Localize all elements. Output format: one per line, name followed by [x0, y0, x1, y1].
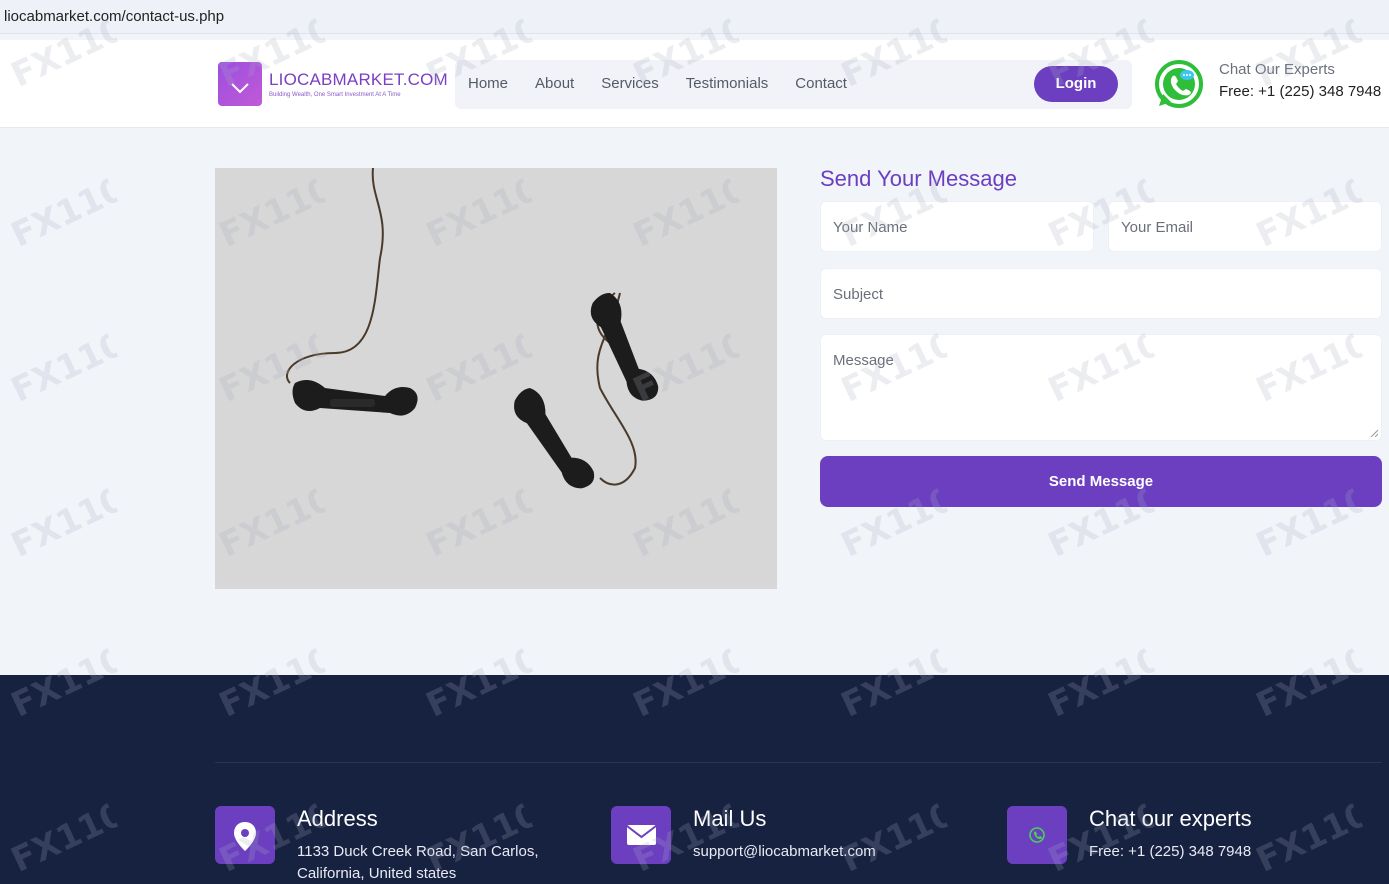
mail-address[interactable]: support@liocabmarket.com [693, 841, 876, 863]
svg-text:FX110: FX110 [5, 169, 122, 255]
nav-about[interactable]: About [535, 75, 574, 92]
watermark-logo: FX110 [4, 479, 131, 575]
whatsapp-icon[interactable] [1153, 58, 1205, 110]
message-textarea[interactable]: Message [820, 334, 1382, 441]
site-footer: Address 1133 Duck Creek Road, San Carlos… [0, 675, 1389, 884]
chat-experts-label: Chat Our Experts [1219, 61, 1335, 78]
url-text: liocabmarket.com/contact-us.php [4, 8, 225, 25]
address-text: 1133 Duck Creek Road, San Carlos, Califo… [297, 841, 539, 884]
nav-testimonials[interactable]: Testimonials [686, 75, 769, 92]
chat-phone[interactable]: Free: +1 (225) 348 7948 [1089, 841, 1251, 863]
send-message-button[interactable]: Send Message [820, 456, 1382, 507]
location-pin-icon [215, 806, 275, 864]
mail-icon [611, 806, 671, 864]
nav-home[interactable]: Home [468, 75, 508, 92]
telephone-handsets-image [215, 168, 777, 589]
address-line-1: 1133 Duck Creek Road, San Carlos, [297, 843, 539, 860]
message-placeholder: Message [833, 352, 894, 369]
address-title: Address [297, 806, 378, 831]
nav-services[interactable]: Services [601, 75, 659, 92]
resize-handle-icon[interactable] [1370, 429, 1378, 437]
subject-input[interactable]: Subject [820, 268, 1382, 319]
brand-logo[interactable]: LIOCABMARKET.COM Building Wealth, One Sm… [218, 62, 448, 106]
main-nav: Home About Services Testimonials Contact… [455, 60, 1132, 109]
watermark-logo: FX110 [4, 169, 131, 265]
logo-icon [218, 62, 262, 106]
nav-contact[interactable]: Contact [795, 75, 847, 92]
login-button[interactable]: Login [1034, 66, 1118, 102]
brand-name: LIOCABMARKET.COM [269, 70, 448, 89]
name-input[interactable]: Your Name [820, 201, 1094, 252]
address-line-2: California, United states [297, 865, 457, 882]
chat-title: Chat our experts [1089, 806, 1252, 831]
site-header: LIOCABMARKET.COM Building Wealth, One Sm… [0, 40, 1389, 128]
email-input[interactable]: Your Email [1108, 201, 1382, 252]
form-title: Send Your Message [820, 166, 1017, 191]
footer-divider [215, 762, 1382, 763]
mail-title: Mail Us [693, 806, 767, 831]
whatsapp-small-icon [1007, 806, 1067, 864]
svg-text:FX110: FX110 [5, 324, 122, 410]
watermark-logo: FX110 [4, 324, 131, 420]
svg-text:FX110: FX110 [5, 479, 122, 565]
brand-tagline: Building Wealth, One Smart Investment At… [269, 92, 401, 98]
chat-experts-phone[interactable]: Free: +1 (225) 348 7948 [1219, 83, 1381, 100]
browser-address-bar[interactable]: liocabmarket.com/contact-us.php [0, 0, 1389, 34]
